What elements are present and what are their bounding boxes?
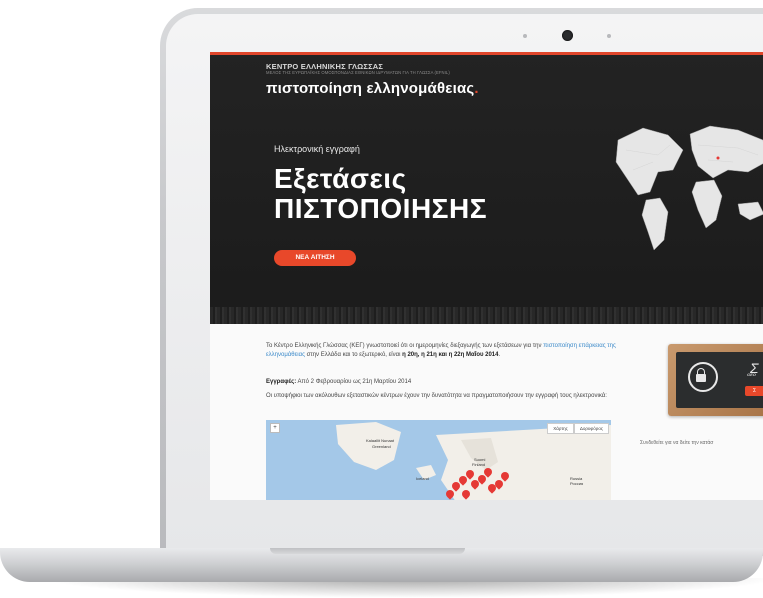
intro-text: Το Κέντρο Ελληνικής Γλώσσας (ΚΕΓ) γνωστο… [266, 343, 544, 349]
candidates-paragraph: Οι υποψήφιοι των ακόλουθων εξεταστικών κ… [266, 393, 607, 399]
registrations-text: Από 2 Φεβρουαρίου ως 21η Μαρτίου 2014 [296, 379, 412, 385]
map-label: Россия [570, 481, 584, 486]
chalk-subtext: GEO [747, 372, 756, 377]
intro-text-2: στην Ελλάδα και το εξωτερικό, είναι [304, 351, 403, 358]
accent-line [210, 52, 763, 55]
intro-end: . [498, 351, 501, 358]
login-button[interactable]: Σ [745, 386, 763, 396]
chalk-texture [210, 307, 763, 325]
title-dot: . [474, 80, 479, 97]
world-map-icon [615, 125, 763, 251]
map-label: Finland [472, 462, 486, 467]
webcam-icon [562, 30, 573, 41]
satellite-view-button[interactable]: Δορυφόρος [573, 423, 609, 434]
hero-title: Εξετάσεις ΠΙΣΤΟΠΟΙΗΣΗΣ [274, 164, 487, 224]
site-title[interactable]: πιστοποίηση ελληνομάθειας. [266, 80, 479, 97]
registrations-label: Εγγραφές: [266, 379, 297, 385]
laptop-notch [270, 548, 465, 554]
main-content: Το Κέντρο Ελληνικής Γλώσσας (ΚΕΓ) γνωστο… [210, 324, 763, 500]
map-label: Greenland [372, 444, 391, 449]
exam-centers-map[interactable]: + Χάρτης Δορυφόρος Kalaallit Nunaat Gree… [266, 420, 611, 500]
sensor-dot [607, 34, 611, 38]
hero-title-line2: ΠΙΣΤΟΠΟΙΗΣΗΣ [274, 193, 488, 224]
map-view-button[interactable]: Χάρτης [547, 423, 574, 434]
exam-dates: η 20η, η 21η και η 22η Μαΐου 2014 [402, 351, 499, 358]
new-application-button[interactable]: ΝΕΑ ΑΙΤΗΣΗ [274, 250, 356, 266]
site-title-text: πιστοποίηση ελληνομάθειας [266, 80, 475, 97]
intro-paragraph: Το Κέντρο Ελληνικής Γλώσσας (ΚΕΓ) γνωστο… [266, 342, 626, 359]
map-label: Iceland [416, 476, 429, 481]
hero-title-line1: Εξετάσεις [274, 163, 407, 194]
registrations-line: Εγγραφές: Από 2 Φεβρουαρίου ως 21η Μαρτί… [266, 379, 411, 385]
zoom-in-button[interactable]: + [270, 423, 280, 433]
laptop-screen: ΚΕΝΤΡΟ ΕΛΛΗΝΙΚΗΣ ΓΛΩΣΣΑΣ ΜΕΛΟΣ ΤΗΣ ΕΥΡΩΠ… [210, 52, 763, 500]
login-caption: Συνδεθείτε για να δείτε την κατάσ [640, 440, 714, 446]
hero-section: ΚΕΝΤΡΟ ΕΛΛΗΝΙΚΗΣ ΓΛΩΣΣΑΣ ΜΕΛΟΣ ΤΗΣ ΕΥΡΩΠ… [210, 52, 763, 325]
sensor-dot [523, 34, 527, 38]
map-type-controls: Χάρτης Δορυφόρος [547, 423, 609, 434]
map-label: Kalaallit Nunaat [366, 438, 395, 443]
hero-subtitle: Ηλεκτρονική εγγραφή [274, 144, 360, 154]
lock-body [696, 374, 706, 382]
org-subtitle: ΜΕΛΟΣ ΤΗΣ ΕΥΡΩΠΑΪΚΗΣ ΟΜΟΣΠΟΝΔΙΑΣ ΕΘΝΙΚΩΝ… [266, 70, 450, 75]
